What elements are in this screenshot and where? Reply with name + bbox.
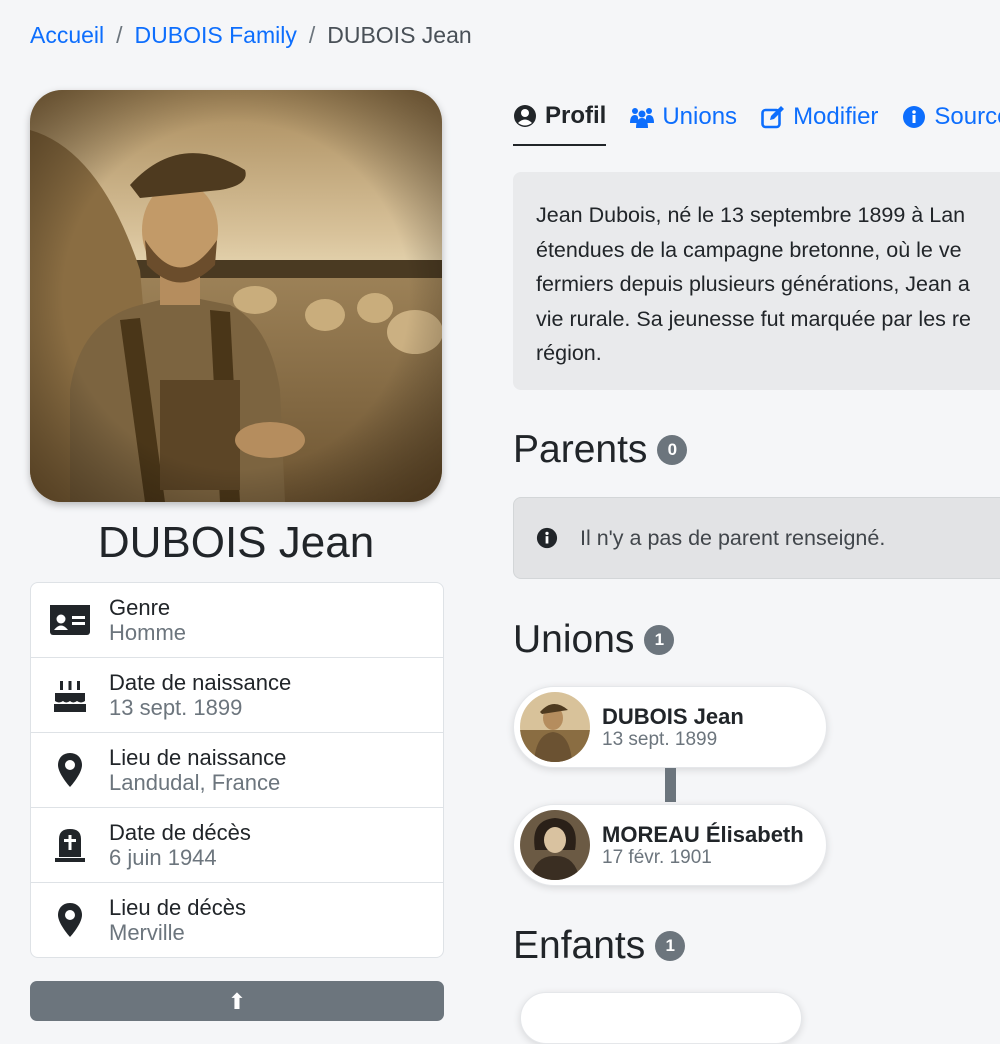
detail-label: Genre bbox=[109, 595, 171, 620]
info-circle-icon bbox=[536, 527, 558, 549]
breadcrumb-link-home[interactable]: Accueil bbox=[30, 22, 104, 49]
biography-line: région. bbox=[536, 341, 602, 365]
birthday-cake-icon bbox=[31, 677, 109, 713]
unions-heading: Unions 1 bbox=[513, 618, 675, 662]
tab-sources[interactable]: Sources bbox=[902, 100, 1000, 146]
map-marker-icon bbox=[31, 752, 109, 788]
children-heading: Enfants 1 bbox=[513, 924, 686, 968]
biography-line: Jean Dubois, né le 13 septembre 1899 à L… bbox=[536, 203, 966, 227]
breadcrumb: Accueil / DUBOIS Family / DUBOIS Jean bbox=[30, 22, 472, 49]
avatar bbox=[520, 810, 590, 880]
unions-count-badge: 1 bbox=[644, 625, 675, 655]
detail-death-date: Date de décès 6 juin 1944 bbox=[31, 808, 443, 883]
breadcrumb-current: DUBOIS Jean bbox=[327, 22, 472, 48]
person-card-date: 13 sept. 1899 bbox=[602, 728, 718, 750]
detail-value: Merville bbox=[109, 920, 185, 945]
tab-label: Sources bbox=[934, 103, 1000, 130]
detail-value: 13 sept. 1899 bbox=[109, 695, 243, 720]
tab-profil[interactable]: Profil bbox=[513, 100, 607, 146]
detail-label: Lieu de naissance bbox=[109, 745, 287, 770]
profile-tabs: Profil Unions Modifier Sources bbox=[513, 100, 1000, 146]
id-card-icon bbox=[31, 604, 109, 636]
children-count-badge: 1 bbox=[655, 931, 686, 961]
detail-gender: Genre Homme bbox=[31, 583, 443, 658]
alert-message: Il n'y a pas de parent renseigné. bbox=[580, 525, 886, 550]
person-details-list: Genre Homme Date de naissance 13 sept. 1… bbox=[30, 582, 444, 958]
user-circle-icon bbox=[514, 105, 536, 127]
info-circle-icon bbox=[903, 106, 926, 128]
tab-unions[interactable]: Unions bbox=[630, 100, 737, 146]
tab-modifier[interactable]: Modifier bbox=[761, 100, 878, 146]
biography-line: étendues de la campagne bretonne, où le … bbox=[536, 237, 962, 262]
detail-birth-place: Lieu de naissance Landudal, France bbox=[31, 733, 443, 808]
tab-label: Profil bbox=[545, 102, 607, 129]
users-icon bbox=[630, 108, 655, 128]
detail-death-place: Lieu de décès Merville bbox=[31, 883, 443, 957]
detail-label: Date de décès bbox=[109, 820, 251, 845]
union-person-card[interactable]: DUBOIS Jean 13 sept. 1899 bbox=[513, 686, 827, 768]
edit-icon bbox=[761, 106, 785, 129]
tab-label: Modifier bbox=[793, 103, 879, 130]
union-connector-line bbox=[665, 768, 676, 802]
detail-value: Landudal, France bbox=[109, 770, 281, 795]
detail-birth-date: Date de naissance 13 sept. 1899 bbox=[31, 658, 443, 733]
breadcrumb-separator: / bbox=[308, 22, 316, 48]
person-card-date: 17 févr. 1901 bbox=[602, 846, 712, 868]
arrow-up-icon: ⬆ bbox=[227, 989, 247, 1014]
section-title: Parents bbox=[513, 428, 648, 471]
tab-label: Unions bbox=[662, 103, 738, 130]
tombstone-icon bbox=[31, 827, 109, 863]
profile-photo bbox=[30, 90, 442, 502]
map-marker-icon bbox=[31, 902, 109, 938]
detail-value: 6 juin 1944 bbox=[109, 845, 217, 870]
person-name: DUBOIS Jean bbox=[97, 518, 375, 567]
parents-count-badge: 0 bbox=[657, 435, 688, 465]
biography-line: fermiers depuis plusieurs générations, J… bbox=[536, 272, 970, 296]
detail-label: Lieu de décès bbox=[109, 895, 246, 920]
detail-label: Date de naissance bbox=[109, 670, 292, 695]
avatar bbox=[520, 692, 590, 762]
person-card-name: MOREAU Élisabeth bbox=[602, 821, 804, 847]
breadcrumb-link-family[interactable]: DUBOIS Family bbox=[135, 22, 297, 49]
biography-box: Jean Dubois, né le 13 septembre 1899 à L… bbox=[513, 172, 1000, 390]
parents-empty-alert: Il n'y a pas de parent renseigné. bbox=[513, 497, 1000, 579]
section-title: Unions bbox=[513, 618, 635, 661]
secondary-action-button[interactable]: ⬆ bbox=[30, 981, 444, 1021]
union-person-card[interactable]: MOREAU Élisabeth 17 févr. 1901 bbox=[513, 804, 827, 886]
biography-line: vie rurale. Sa jeunesse fut marquée par … bbox=[536, 306, 972, 331]
person-card-name: DUBOIS Jean bbox=[602, 703, 744, 729]
detail-value: Homme bbox=[109, 620, 187, 645]
parents-heading: Parents 0 bbox=[513, 428, 688, 472]
section-title: Enfants bbox=[513, 924, 646, 967]
breadcrumb-separator: / bbox=[116, 22, 123, 48]
